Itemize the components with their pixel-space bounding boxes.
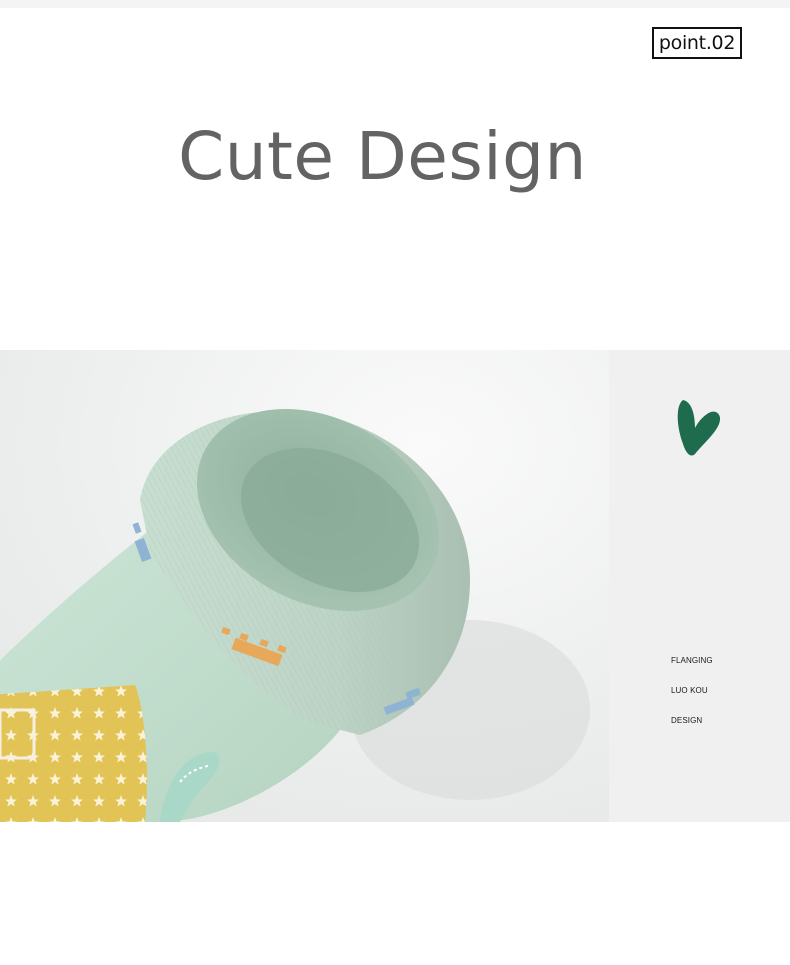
sock-photo	[0, 350, 609, 822]
side-text-line-1: FLANGING	[671, 656, 713, 665]
point-badge-label: point.02	[658, 32, 736, 54]
side-panel: FLANGING LUO KOU DESIGN	[609, 350, 790, 822]
side-text-line-2: LUO KOU	[671, 686, 708, 695]
page-title: Cute Design	[178, 118, 587, 195]
point-badge: point.02	[652, 27, 742, 59]
top-strip	[0, 0, 790, 8]
heart-icon	[677, 400, 721, 456]
side-text-line-3: DESIGN	[671, 716, 703, 725]
